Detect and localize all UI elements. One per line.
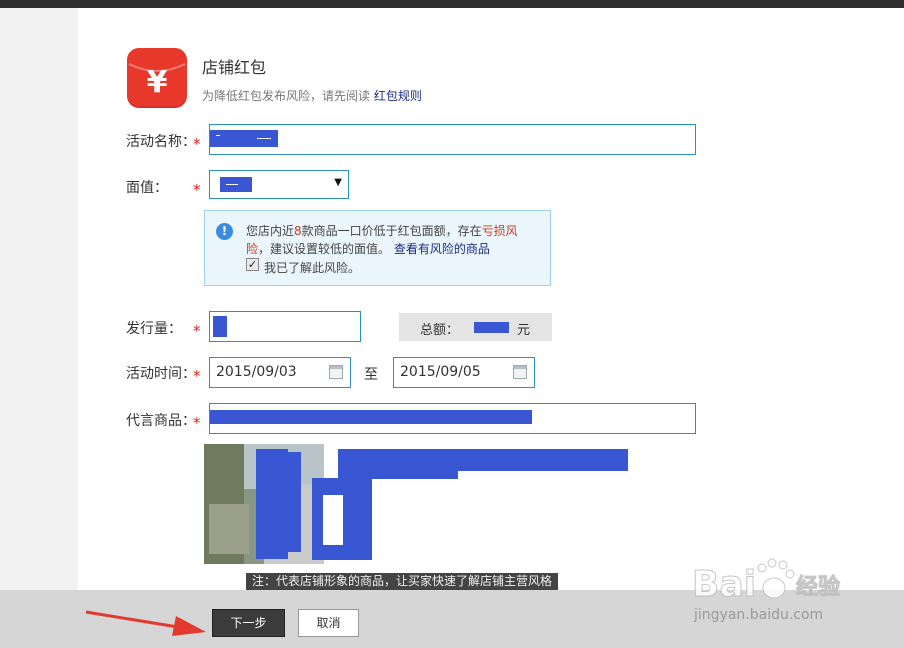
top-bar <box>0 0 904 8</box>
quantity-label: 发行量： <box>126 321 182 337</box>
next-step-button[interactable]: 下一步 <box>212 609 285 637</box>
subtitle-text: 为降低红包发布风险，请先阅读 <box>202 89 371 103</box>
required-mark: * <box>193 367 201 385</box>
activity-name-input[interactable] <box>209 124 696 155</box>
face-value-select[interactable]: ▼ <box>209 170 349 199</box>
redacted-text <box>213 316 227 337</box>
risk-notice: ! 您店内近8款商品一口价低于红包面额，存在亏损风 险，建议设置较低的面值。 查… <box>204 210 551 286</box>
notice-text: ，建议设置较低的面值。 <box>258 242 391 256</box>
redaction-artifact <box>226 184 238 185</box>
svg-text:Bai: Bai <box>692 564 756 605</box>
required-mark: * <box>193 135 201 153</box>
redaction-block <box>338 449 628 471</box>
notice-text: 款商品一口价低于红包面额，存在 <box>301 224 482 238</box>
risky-count: 8 <box>294 224 302 238</box>
redacted-text <box>210 410 532 424</box>
loss-risk-text: 险 <box>246 242 259 256</box>
start-date-input[interactable]: 2015/09/03 <box>209 357 351 388</box>
date-separator: 至 <box>364 367 378 383</box>
activity-time-label: 活动时间： <box>126 366 196 382</box>
notice-line-1: 您店内近8款商品一口价低于红包面额，存在亏损风 <box>246 222 518 239</box>
required-mark: * <box>193 414 201 432</box>
redaction-gap <box>323 495 343 545</box>
watermark-url: jingyan.baidu.com <box>694 607 824 623</box>
redaction-block <box>338 471 458 479</box>
required-mark: * <box>193 181 201 199</box>
activity-name-label: 活动名称： <box>126 134 196 150</box>
svg-text:经验: 经验 <box>796 574 840 600</box>
calendar-icon[interactable] <box>329 365 343 379</box>
product-caption: 注：代表店铺形象的商品，让买家快速了解店铺主营风格 <box>246 573 559 590</box>
calendar-icon[interactable] <box>513 365 527 379</box>
red-envelope-logo: ¥ <box>127 48 187 108</box>
end-date-input[interactable]: 2015/09/05 <box>393 357 535 388</box>
notice-text: 您店内近 <box>246 224 295 238</box>
risk-acknowledge-checkbox[interactable]: ✓ <box>246 258 259 271</box>
required-mark: * <box>193 322 201 340</box>
redacted-text <box>474 322 509 333</box>
page-subtitle: 为降低红包发布风险，请先阅读 红包规则 <box>202 87 422 104</box>
total-amount-box: 总额： 元 <box>399 313 552 341</box>
notice-line-2: 险，建议设置较低的面值。 查看有风险的商品 <box>246 240 490 257</box>
quantity-input[interactable] <box>209 311 361 342</box>
end-date-value: 2015/09/05 <box>400 364 481 380</box>
yuan-icon: ¥ <box>128 63 186 100</box>
left-sidebar <box>0 8 78 648</box>
total-label: 总额： <box>420 323 460 338</box>
info-icon: ! <box>216 223 233 240</box>
redaction-block <box>279 452 301 552</box>
redaction-artifact <box>216 135 220 136</box>
cancel-button[interactable]: 取消 <box>298 609 359 637</box>
red-arrow-annotation <box>85 610 206 636</box>
paw-icon <box>757 558 795 599</box>
loss-risk-text: 亏损风 <box>481 224 518 238</box>
svg-text:¥: ¥ <box>147 65 168 100</box>
start-date-value: 2015/09/03 <box>216 364 297 380</box>
chevron-down-icon: ▼ <box>334 177 342 188</box>
redaction-artifact <box>257 138 271 139</box>
endorsed-product-label: 代言商品： <box>126 413 196 429</box>
risk-acknowledge-label: 我已了解此风险。 <box>264 261 361 275</box>
page-title: 店铺红包 <box>202 58 267 77</box>
product-input[interactable] <box>209 403 696 434</box>
total-unit: 元 <box>517 323 531 338</box>
rules-link[interactable]: 红包规则 <box>374 89 422 103</box>
view-risky-products-link[interactable]: 查看有风险的商品 <box>394 242 490 256</box>
face-value-label: 面值： <box>126 180 168 196</box>
